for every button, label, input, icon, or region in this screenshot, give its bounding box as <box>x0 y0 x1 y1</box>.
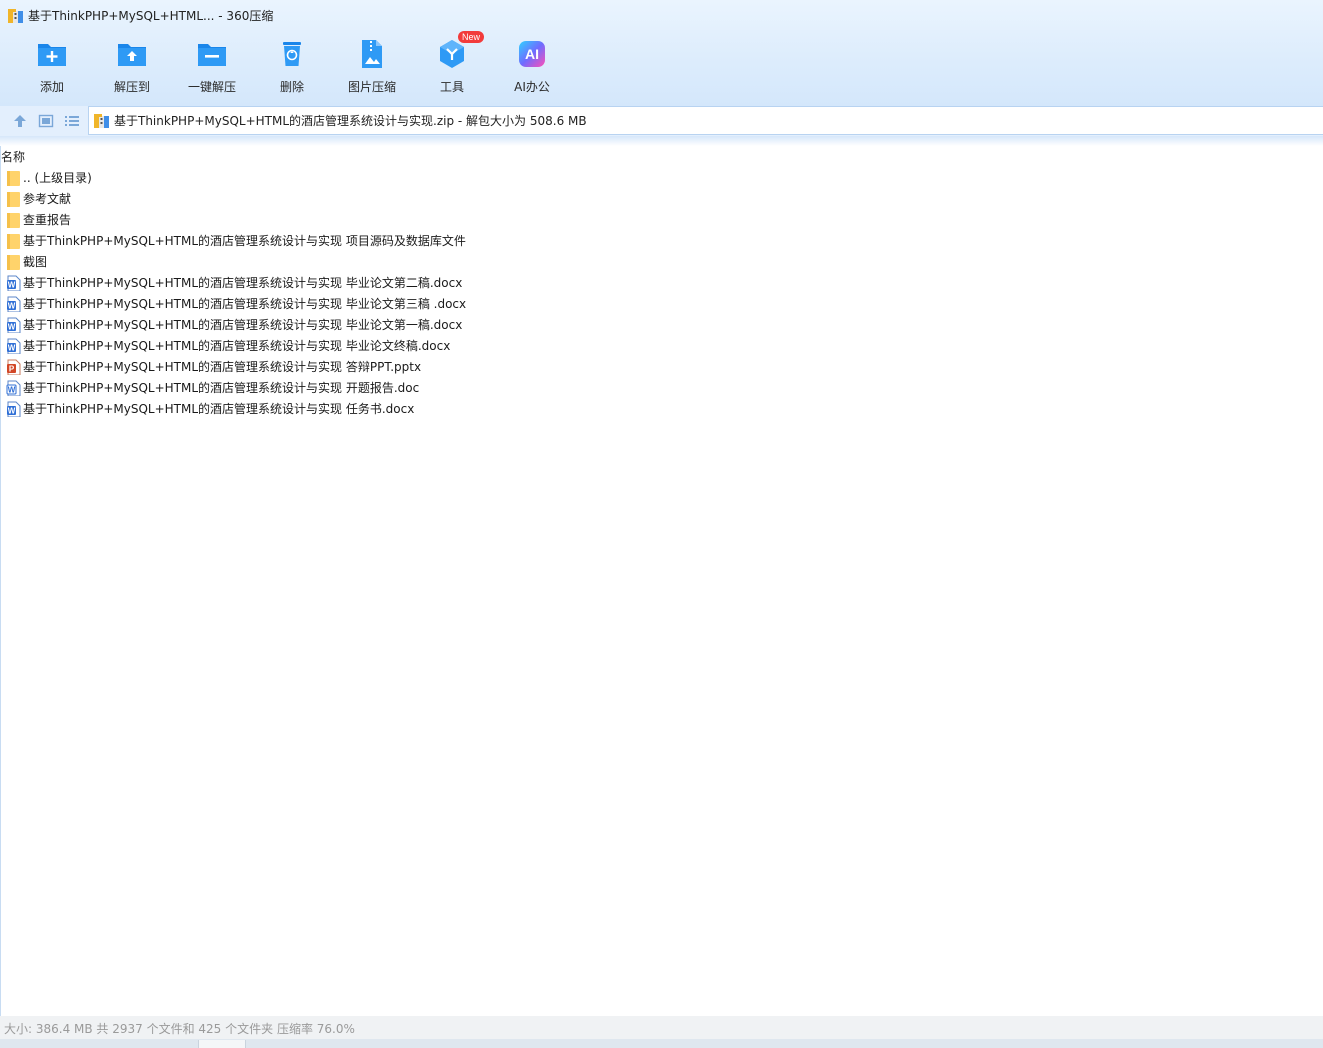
address-path: 基于ThinkPHP+MySQL+HTML的酒店管理系统设计与实现.zip - … <box>114 114 587 128</box>
tools-button[interactable]: New 工具 <box>412 31 492 102</box>
ai-office-icon: AI <box>519 41 545 67</box>
folder-icon <box>7 255 20 270</box>
svg-text:W: W <box>8 407 16 416</box>
word-doc-icon: W <box>7 401 21 417</box>
tools-button-label: 工具 <box>439 80 464 94</box>
svg-text:W: W <box>8 323 16 332</box>
image-compress-icon <box>362 40 382 68</box>
file-name: 基于ThinkPHP+MySQL+HTML的酒店管理系统设计与实现 任务书.do… <box>23 402 415 416</box>
image-compress-button[interactable]: 图片压缩 <box>332 36 412 102</box>
file-name: 基于ThinkPHP+MySQL+HTML的酒店管理系统设计与实现 毕业论文第一… <box>23 318 463 332</box>
ppt-file-icon: P <box>7 359 21 375</box>
file-name: 基于ThinkPHP+MySQL+HTML的酒店管理系统设计与实现 开题报告.d… <box>23 381 420 395</box>
ai-office-button[interactable]: AI AI办公 <box>492 36 572 102</box>
word-doc-icon: W <box>7 275 21 291</box>
file-name: 基于ThinkPHP+MySQL+HTML的酒店管理系统设计与实现 毕业论文第三… <box>23 297 467 311</box>
folder-icon <box>7 234 20 249</box>
file-name: 截图 <box>23 255 48 269</box>
svg-text:P: P <box>9 365 15 374</box>
address-shadow <box>0 136 1323 146</box>
add-button-label: 添加 <box>39 80 64 94</box>
word-doc-icon: W <box>7 296 21 312</box>
delete-button[interactable]: 删除 <box>252 36 332 102</box>
word-doc-icon: W <box>7 338 21 354</box>
up-arrow-icon[interactable] <box>12 113 28 129</box>
status-text: 大小: 386.4 MB 共 2937 个文件和 425 个文件夹 压缩率 76… <box>4 1022 355 1036</box>
thumbnail-view-icon[interactable] <box>38 113 54 129</box>
list-view-icon[interactable] <box>64 113 80 129</box>
one-click-extract-button[interactable]: 一键解压 <box>172 36 252 102</box>
extract-to-icon <box>118 44 146 66</box>
word-doc-icon: W <box>7 317 21 333</box>
one-click-extract-button-label: 一键解压 <box>187 80 236 94</box>
status-bar: 大小: 386.4 MB 共 2937 个文件和 425 个文件夹 压缩率 76… <box>0 1016 1323 1039</box>
address-bar[interactable]: 基于ThinkPHP+MySQL+HTML的酒店管理系统设计与实现.zip - … <box>88 106 1323 135</box>
svg-text:W: W <box>8 344 16 353</box>
add-folder-icon <box>38 44 66 66</box>
ai-office-button-label: AI办公 <box>514 80 550 94</box>
file-name: .. (上级目录) <box>23 171 92 185</box>
folder-icon <box>7 213 20 228</box>
archive-file-icon <box>94 114 109 128</box>
svg-text:W: W <box>8 281 16 290</box>
add-button[interactable]: 添加 <box>12 36 92 102</box>
file-name: 基于ThinkPHP+MySQL+HTML的酒店管理系统设计与实现 项目源码及数… <box>23 234 466 248</box>
svg-text:W: W <box>8 386 16 395</box>
column-header-name[interactable]: 名称 <box>1 148 25 165</box>
one-click-extract-icon <box>198 44 226 66</box>
ai-icon-text: AI <box>525 46 539 62</box>
extract-to-button-label: 解压到 <box>113 80 150 94</box>
folder-icon <box>7 192 20 207</box>
svg-text:W: W <box>8 302 16 311</box>
folder-icon <box>7 171 20 186</box>
title-bar: 基于ThinkPHP+MySQL+HTML... - 360压缩 <box>0 0 1323 32</box>
extract-to-button[interactable]: 解压到 <box>92 36 172 102</box>
file-name: 基于ThinkPHP+MySQL+HTML的酒店管理系统设计与实现 毕业论文第二… <box>23 276 463 290</box>
new-badge: New <box>458 31 485 43</box>
window-title: 基于ThinkPHP+MySQL+HTML... - 360压缩 <box>28 9 274 23</box>
file-name: 查重报告 <box>23 213 72 227</box>
address-row: 基于ThinkPHP+MySQL+HTML的酒店管理系统设计与实现.zip - … <box>0 106 1323 136</box>
doc-file-icon: W <box>6 380 21 396</box>
file-list: 名称 .. (上级目录) 参考文献查重报告基于ThinkPHP+MySQL+HTM… <box>0 146 1323 1016</box>
scrollbar-thumb[interactable] <box>198 1040 246 1048</box>
delete-button-label: 删除 <box>279 80 304 94</box>
file-name: 基于ThinkPHP+MySQL+HTML的酒店管理系统设计与实现 毕业论文终稿… <box>23 339 451 353</box>
image-compress-button-label: 图片压缩 <box>347 80 396 94</box>
app-window: 基于ThinkPHP+MySQL+HTML... - 360压缩 添加 解压到 … <box>0 0 1323 1048</box>
trash-icon <box>283 42 301 66</box>
header-area: 基于ThinkPHP+MySQL+HTML... - 360压缩 添加 解压到 … <box>0 0 1323 106</box>
archive-app-icon <box>8 9 23 23</box>
file-name: 基于ThinkPHP+MySQL+HTML的酒店管理系统设计与实现 答辩PPT.… <box>23 360 422 374</box>
file-name: 参考文献 <box>23 192 72 206</box>
toolbar: 添加 解压到 一键解压 删除 图片压缩 New 工具 AI AI办公 <box>12 31 572 102</box>
